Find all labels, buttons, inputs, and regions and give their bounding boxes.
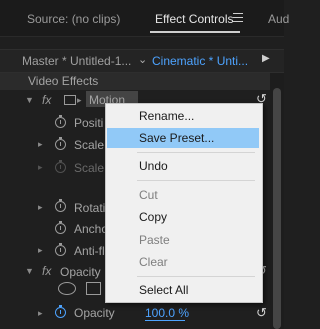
stopwatch-icon[interactable] bbox=[55, 243, 66, 256]
stopwatch-icon[interactable] bbox=[55, 115, 66, 128]
menu-item-save-preset[interactable]: Save Preset... bbox=[107, 128, 259, 148]
rectangle-mask-icon[interactable] bbox=[86, 282, 101, 295]
expand-chevron-icon[interactable]: ▸ bbox=[38, 139, 43, 150]
caret-right-icon: ▸ bbox=[77, 95, 82, 105]
tab-effect-controls[interactable]: Effect Controls bbox=[155, 12, 233, 26]
opacity-param-label: Opacity bbox=[74, 306, 115, 320]
tab-audio[interactable]: Aud bbox=[268, 12, 289, 26]
menu-separator bbox=[137, 180, 255, 181]
menu-item-undo[interactable]: Undo bbox=[107, 156, 259, 176]
menu-separator bbox=[137, 276, 255, 277]
stopwatch-icon[interactable] bbox=[55, 305, 66, 318]
chevron-down-icon[interactable]: ⌄ bbox=[138, 53, 147, 66]
opacity-value-underline bbox=[145, 320, 185, 321]
rotation-label: Rotati bbox=[74, 201, 106, 215]
master-clip-label[interactable]: Master * Untitled-1... bbox=[22, 54, 131, 68]
menu-item-paste: Paste bbox=[139, 233, 170, 247]
video-effects-label: Video Effects bbox=[28, 74, 99, 88]
scale-label: Scale bbox=[74, 138, 105, 152]
menu-item-cut: Cut bbox=[139, 188, 158, 202]
expand-chevron-icon: ▸ bbox=[38, 162, 43, 172]
opacity-group-label[interactable]: Opacity bbox=[60, 265, 101, 279]
menu-item-copy[interactable]: Copy bbox=[107, 207, 259, 227]
stopwatch-icon[interactable] bbox=[55, 199, 66, 212]
position-label: Positi bbox=[74, 116, 104, 130]
anchor-label: Ancho bbox=[74, 222, 109, 236]
menu-item-clear: Clear bbox=[139, 255, 168, 269]
active-tab-indicator bbox=[150, 31, 240, 33]
play-arrow-icon[interactable]: ▶ bbox=[262, 53, 270, 64]
sequence-clip-label[interactable]: Cinematic * Unti... bbox=[152, 54, 248, 68]
expand-chevron-icon[interactable]: ▸ bbox=[38, 202, 43, 213]
opacity-value[interactable]: 100.0 % bbox=[145, 306, 189, 320]
stopwatch-icon[interactable] bbox=[55, 137, 66, 150]
menu-item-select-all[interactable]: Select All bbox=[107, 280, 259, 300]
expand-chevron-icon[interactable]: ▼ bbox=[25, 266, 34, 276]
stopwatch-icon[interactable] bbox=[55, 221, 66, 234]
stopwatch-icon bbox=[55, 160, 66, 173]
menu-item-rename[interactable]: Rename... bbox=[107, 106, 259, 126]
transform-icon[interactable] bbox=[64, 95, 76, 105]
anti-flicker-label: Anti-fl bbox=[74, 244, 105, 258]
reset-icon[interactable]: ↺ bbox=[256, 305, 267, 321]
panel-menu-icon[interactable] bbox=[233, 13, 243, 22]
expand-chevron-icon[interactable]: ▸ bbox=[38, 245, 43, 256]
menu-separator bbox=[137, 152, 255, 153]
fx-badge[interactable]: fx bbox=[42, 264, 51, 278]
tab-source[interactable]: Source: (no clips) bbox=[27, 12, 120, 26]
expand-chevron-icon[interactable]: ▸ bbox=[38, 308, 43, 319]
scrollbar-thumb[interactable] bbox=[273, 88, 281, 329]
fx-badge[interactable]: fx bbox=[42, 93, 51, 107]
expand-chevron-icon[interactable]: ▼ bbox=[25, 95, 34, 105]
ellipse-mask-icon[interactable] bbox=[58, 282, 76, 295]
